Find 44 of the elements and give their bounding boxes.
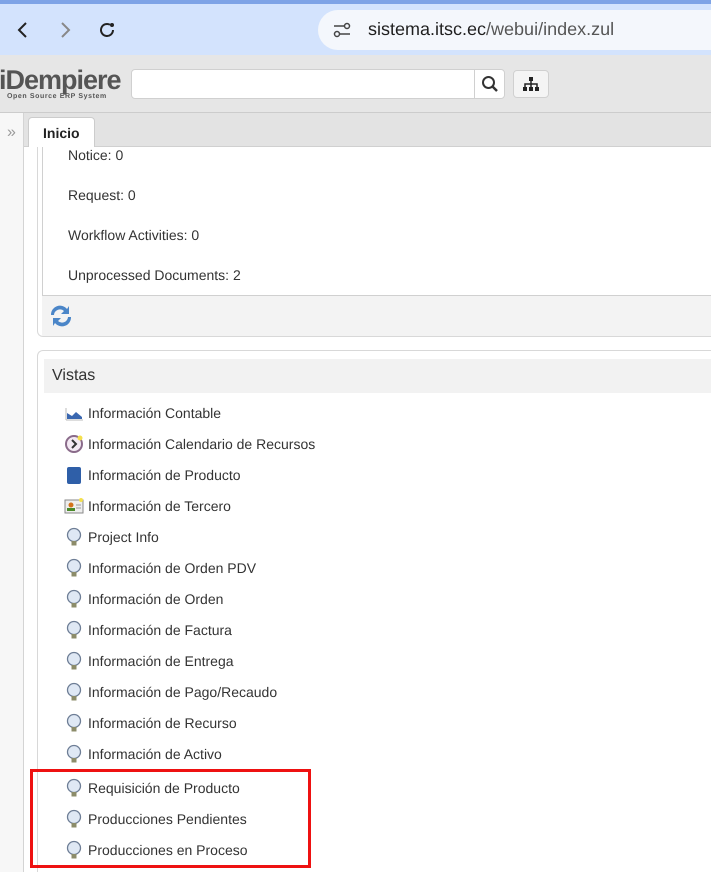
activity-count[interactable]: Request: 0 bbox=[43, 175, 711, 215]
view-link[interactable]: Información de Producto bbox=[44, 459, 711, 490]
light-bulb-icon bbox=[64, 526, 84, 546]
view-link[interactable]: Información de Recurso bbox=[44, 707, 711, 738]
view-link[interactable]: Producciones en Proceso bbox=[44, 834, 308, 865]
light-bulb-icon bbox=[64, 808, 84, 828]
menu-tree-button[interactable] bbox=[513, 70, 549, 98]
view-link[interactable]: Información de Orden bbox=[44, 583, 711, 614]
view-link[interactable]: Información Calendario de Recursos bbox=[44, 428, 711, 459]
hierarchy-icon bbox=[522, 76, 540, 92]
view-link[interactable]: Información de Tercero bbox=[44, 490, 711, 521]
activity-count[interactable]: Unprocessed Documents: 2 bbox=[43, 255, 711, 295]
activity-count[interactable]: Workflow Activities: 0 bbox=[43, 215, 711, 255]
view-link[interactable]: Requisición de Producto bbox=[44, 772, 308, 803]
activity-count[interactable]: Notice: 0 bbox=[43, 147, 711, 175]
search-field[interactable] bbox=[131, 68, 505, 98]
light-bulb-icon bbox=[64, 840, 84, 860]
clock-icon bbox=[64, 434, 84, 454]
refresh-icon[interactable] bbox=[48, 303, 74, 329]
tab[interactable]: Inicio bbox=[28, 117, 95, 147]
light-bulb-icon bbox=[64, 620, 84, 640]
view-link[interactable]: Información Contable bbox=[44, 397, 711, 428]
product-icon bbox=[64, 464, 84, 484]
light-bulb-icon bbox=[64, 650, 84, 670]
light-bulb-icon bbox=[64, 744, 84, 764]
light-bulb-icon bbox=[64, 682, 84, 702]
site-settings-icon[interactable] bbox=[332, 20, 352, 38]
view-link[interactable]: Información de Entrega bbox=[44, 645, 711, 676]
light-bulb-icon bbox=[64, 588, 84, 608]
view-link[interactable]: Project Info bbox=[44, 521, 711, 552]
logo-title: iDempiere bbox=[0, 67, 122, 93]
light-bulb-icon bbox=[64, 558, 84, 578]
url-text: sistema.itsc.ec/webui/index.zul bbox=[368, 19, 614, 40]
view-link[interactable]: Información de Factura bbox=[44, 614, 711, 645]
view-link[interactable]: Información de Orden PDV bbox=[44, 552, 711, 583]
panel-title: Vistas bbox=[44, 359, 711, 393]
view-link[interactable]: Producciones Pendientes bbox=[44, 803, 308, 834]
view-link[interactable]: Información de Activo bbox=[44, 738, 711, 769]
search-icon bbox=[480, 74, 498, 92]
view-link[interactable]: Información de Pago/Recaudo bbox=[44, 676, 711, 707]
contact-card-icon bbox=[64, 496, 84, 516]
light-bulb-icon bbox=[64, 778, 84, 798]
light-bulb-icon bbox=[64, 712, 84, 732]
address-bar[interactable]: sistema.itsc.ec/webui/index.zul bbox=[318, 10, 711, 50]
